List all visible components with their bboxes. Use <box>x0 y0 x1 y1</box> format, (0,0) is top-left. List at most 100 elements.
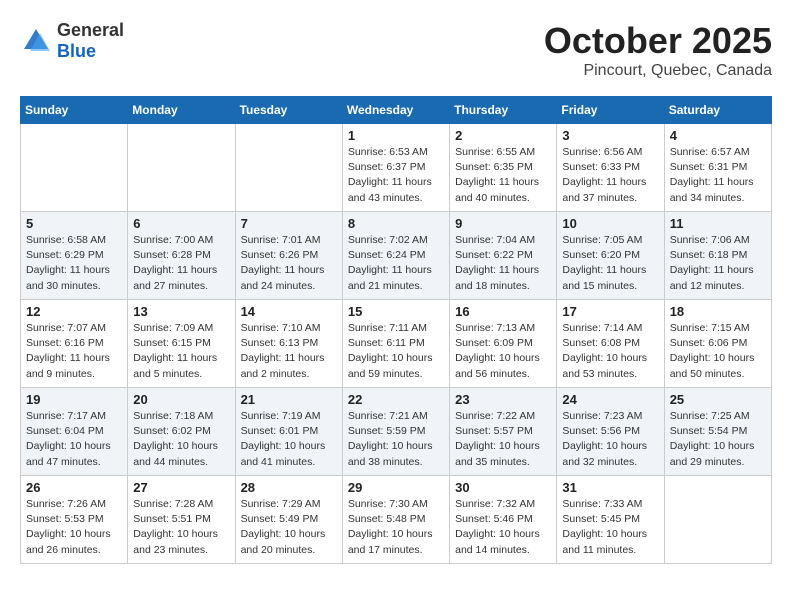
logo-text: General Blue <box>57 20 124 62</box>
day-number: 22 <box>348 392 444 407</box>
calendar-cell <box>21 124 128 212</box>
day-number: 11 <box>670 216 766 231</box>
calendar-cell: 17Sunrise: 7:14 AM Sunset: 6:08 PM Dayli… <box>557 300 664 388</box>
day-number: 3 <box>562 128 658 143</box>
calendar-cell: 29Sunrise: 7:30 AM Sunset: 5:48 PM Dayli… <box>342 476 449 564</box>
day-number: 18 <box>670 304 766 319</box>
day-number: 8 <box>348 216 444 231</box>
day-number: 15 <box>348 304 444 319</box>
weekday-header-sunday: Sunday <box>21 97 128 124</box>
logo-icon <box>20 25 52 57</box>
calendar-week-2: 5Sunrise: 6:58 AM Sunset: 6:29 PM Daylig… <box>21 212 772 300</box>
calendar-table: SundayMondayTuesdayWednesdayThursdayFrid… <box>20 96 772 564</box>
day-info: Sunrise: 7:01 AM Sunset: 6:26 PM Dayligh… <box>241 233 337 294</box>
calendar-cell: 24 Sunrise: 7:23 AM Sunset: 5:56 PM Dayli… <box>557 388 664 476</box>
day-number: 26 <box>26 480 122 495</box>
calendar-cell: 7 Sunrise: 7:01 AM Sunset: 6:26 PM Daylig… <box>235 212 342 300</box>
day-info: Sunrise: 7:29 AM Sunset: 5:49 PM Dayligh… <box>241 497 337 558</box>
day-number: 21 <box>241 392 337 407</box>
calendar-header: SundayMondayTuesdayWednesdayThursdayFrid… <box>21 97 772 124</box>
calendar-cell: 16Sunrise: 7:13 AM Sunset: 6:09 PM Dayli… <box>450 300 557 388</box>
day-info: Sunrise: 7:15 AM Sunset: 6:06 PM Dayligh… <box>670 321 766 382</box>
calendar-cell: 11 Sunrise: 7:06 AM Sunset: 6:18 PM Dayli… <box>664 212 771 300</box>
day-info: Sunrise: 7:13 AM Sunset: 6:09 PM Dayligh… <box>455 321 551 382</box>
calendar-cell <box>235 124 342 212</box>
calendar-cell: 18 Sunrise: 7:15 AM Sunset: 6:06 PM Dayli… <box>664 300 771 388</box>
logo: General Blue <box>20 20 124 62</box>
weekday-header-tuesday: Tuesday <box>235 97 342 124</box>
calendar-body: 1 Sunrise: 6:53 AM Sunset: 6:37 PM Daylig… <box>21 124 772 564</box>
calendar-cell: 20Sunrise: 7:18 AM Sunset: 6:02 PM Dayli… <box>128 388 235 476</box>
calendar-cell: 22 Sunrise: 7:21 AM Sunset: 5:59 PM Dayli… <box>342 388 449 476</box>
weekday-header-monday: Monday <box>128 97 235 124</box>
page-header: General Blue October 2025 Pincourt, Queb… <box>20 20 772 80</box>
calendar-cell: 3 Sunrise: 6:56 AM Sunset: 6:33 PM Daylig… <box>557 124 664 212</box>
day-info: Sunrise: 7:22 AM Sunset: 5:57 PM Dayligh… <box>455 409 551 470</box>
day-info: Sunrise: 7:32 AM Sunset: 5:46 PM Dayligh… <box>455 497 551 558</box>
day-info: Sunrise: 7:09 AM Sunset: 6:15 PM Dayligh… <box>133 321 229 382</box>
day-number: 25 <box>670 392 766 407</box>
calendar-cell: 15Sunrise: 7:11 AM Sunset: 6:11 PM Dayli… <box>342 300 449 388</box>
day-info: Sunrise: 7:05 AM Sunset: 6:20 PM Dayligh… <box>562 233 658 294</box>
calendar-cell <box>128 124 235 212</box>
day-info: Sunrise: 6:56 AM Sunset: 6:33 PM Dayligh… <box>562 145 658 206</box>
logo-blue: Blue <box>57 41 124 62</box>
day-number: 19 <box>26 392 122 407</box>
calendar-cell: 26Sunrise: 7:26 AM Sunset: 5:53 PM Dayli… <box>21 476 128 564</box>
day-info: Sunrise: 7:10 AM Sunset: 6:13 PM Dayligh… <box>241 321 337 382</box>
calendar-cell: 8Sunrise: 7:02 AM Sunset: 6:24 PM Daylig… <box>342 212 449 300</box>
day-info: Sunrise: 7:07 AM Sunset: 6:16 PM Dayligh… <box>26 321 122 382</box>
calendar-cell: 27 Sunrise: 7:28 AM Sunset: 5:51 PM Dayli… <box>128 476 235 564</box>
day-number: 23 <box>455 392 551 407</box>
day-info: Sunrise: 7:28 AM Sunset: 5:51 PM Dayligh… <box>133 497 229 558</box>
day-info: Sunrise: 7:06 AM Sunset: 6:18 PM Dayligh… <box>670 233 766 294</box>
calendar-cell: 14Sunrise: 7:10 AM Sunset: 6:13 PM Dayli… <box>235 300 342 388</box>
day-number: 4 <box>670 128 766 143</box>
calendar-cell: 10Sunrise: 7:05 AM Sunset: 6:20 PM Dayli… <box>557 212 664 300</box>
day-number: 7 <box>241 216 337 231</box>
calendar-week-3: 12 Sunrise: 7:07 AM Sunset: 6:16 PM Dayli… <box>21 300 772 388</box>
day-number: 2 <box>455 128 551 143</box>
logo-general: General <box>57 20 124 41</box>
day-number: 20 <box>133 392 229 407</box>
day-number: 28 <box>241 480 337 495</box>
day-info: Sunrise: 7:21 AM Sunset: 5:59 PM Dayligh… <box>348 409 444 470</box>
day-number: 30 <box>455 480 551 495</box>
weekday-header-friday: Friday <box>557 97 664 124</box>
day-info: Sunrise: 7:17 AM Sunset: 6:04 PM Dayligh… <box>26 409 122 470</box>
day-number: 27 <box>133 480 229 495</box>
calendar-cell: 1 Sunrise: 6:53 AM Sunset: 6:37 PM Daylig… <box>342 124 449 212</box>
title-block: October 2025 Pincourt, Quebec, Canada <box>544 20 772 80</box>
day-info: Sunrise: 6:53 AM Sunset: 6:37 PM Dayligh… <box>348 145 444 206</box>
day-number: 9 <box>455 216 551 231</box>
calendar-cell: 5Sunrise: 6:58 AM Sunset: 6:29 PM Daylig… <box>21 212 128 300</box>
day-info: Sunrise: 7:00 AM Sunset: 6:28 PM Dayligh… <box>133 233 229 294</box>
day-number: 1 <box>348 128 444 143</box>
calendar-cell: 2 Sunrise: 6:55 AM Sunset: 6:35 PM Daylig… <box>450 124 557 212</box>
day-info: Sunrise: 6:55 AM Sunset: 6:35 PM Dayligh… <box>455 145 551 206</box>
day-number: 31 <box>562 480 658 495</box>
calendar-cell: 25Sunrise: 7:25 AM Sunset: 5:54 PM Dayli… <box>664 388 771 476</box>
calendar-cell: 4 Sunrise: 6:57 AM Sunset: 6:31 PM Daylig… <box>664 124 771 212</box>
calendar-cell: 21Sunrise: 7:19 AM Sunset: 6:01 PM Dayli… <box>235 388 342 476</box>
month-title: October 2025 <box>544 20 772 62</box>
location-subtitle: Pincourt, Quebec, Canada <box>544 62 772 80</box>
calendar-cell: 13Sunrise: 7:09 AM Sunset: 6:15 PM Dayli… <box>128 300 235 388</box>
calendar-cell: 9Sunrise: 7:04 AM Sunset: 6:22 PM Daylig… <box>450 212 557 300</box>
day-info: Sunrise: 7:14 AM Sunset: 6:08 PM Dayligh… <box>562 321 658 382</box>
day-number: 24 <box>562 392 658 407</box>
calendar-week-4: 19 Sunrise: 7:17 AM Sunset: 6:04 PM Dayli… <box>21 388 772 476</box>
calendar-cell: 6Sunrise: 7:00 AM Sunset: 6:28 PM Daylig… <box>128 212 235 300</box>
day-info: Sunrise: 7:33 AM Sunset: 5:45 PM Dayligh… <box>562 497 658 558</box>
calendar-cell: 31 Sunrise: 7:33 AM Sunset: 5:45 PM Dayli… <box>557 476 664 564</box>
day-number: 12 <box>26 304 122 319</box>
calendar-cell: 23 Sunrise: 7:22 AM Sunset: 5:57 PM Dayli… <box>450 388 557 476</box>
day-number: 5 <box>26 216 122 231</box>
calendar-cell <box>664 476 771 564</box>
day-info: Sunrise: 6:57 AM Sunset: 6:31 PM Dayligh… <box>670 145 766 206</box>
day-info: Sunrise: 7:30 AM Sunset: 5:48 PM Dayligh… <box>348 497 444 558</box>
calendar-week-1: 1 Sunrise: 6:53 AM Sunset: 6:37 PM Daylig… <box>21 124 772 212</box>
calendar-cell: 30 Sunrise: 7:32 AM Sunset: 5:46 PM Dayli… <box>450 476 557 564</box>
weekday-header-thursday: Thursday <box>450 97 557 124</box>
day-info: Sunrise: 7:23 AM Sunset: 5:56 PM Dayligh… <box>562 409 658 470</box>
